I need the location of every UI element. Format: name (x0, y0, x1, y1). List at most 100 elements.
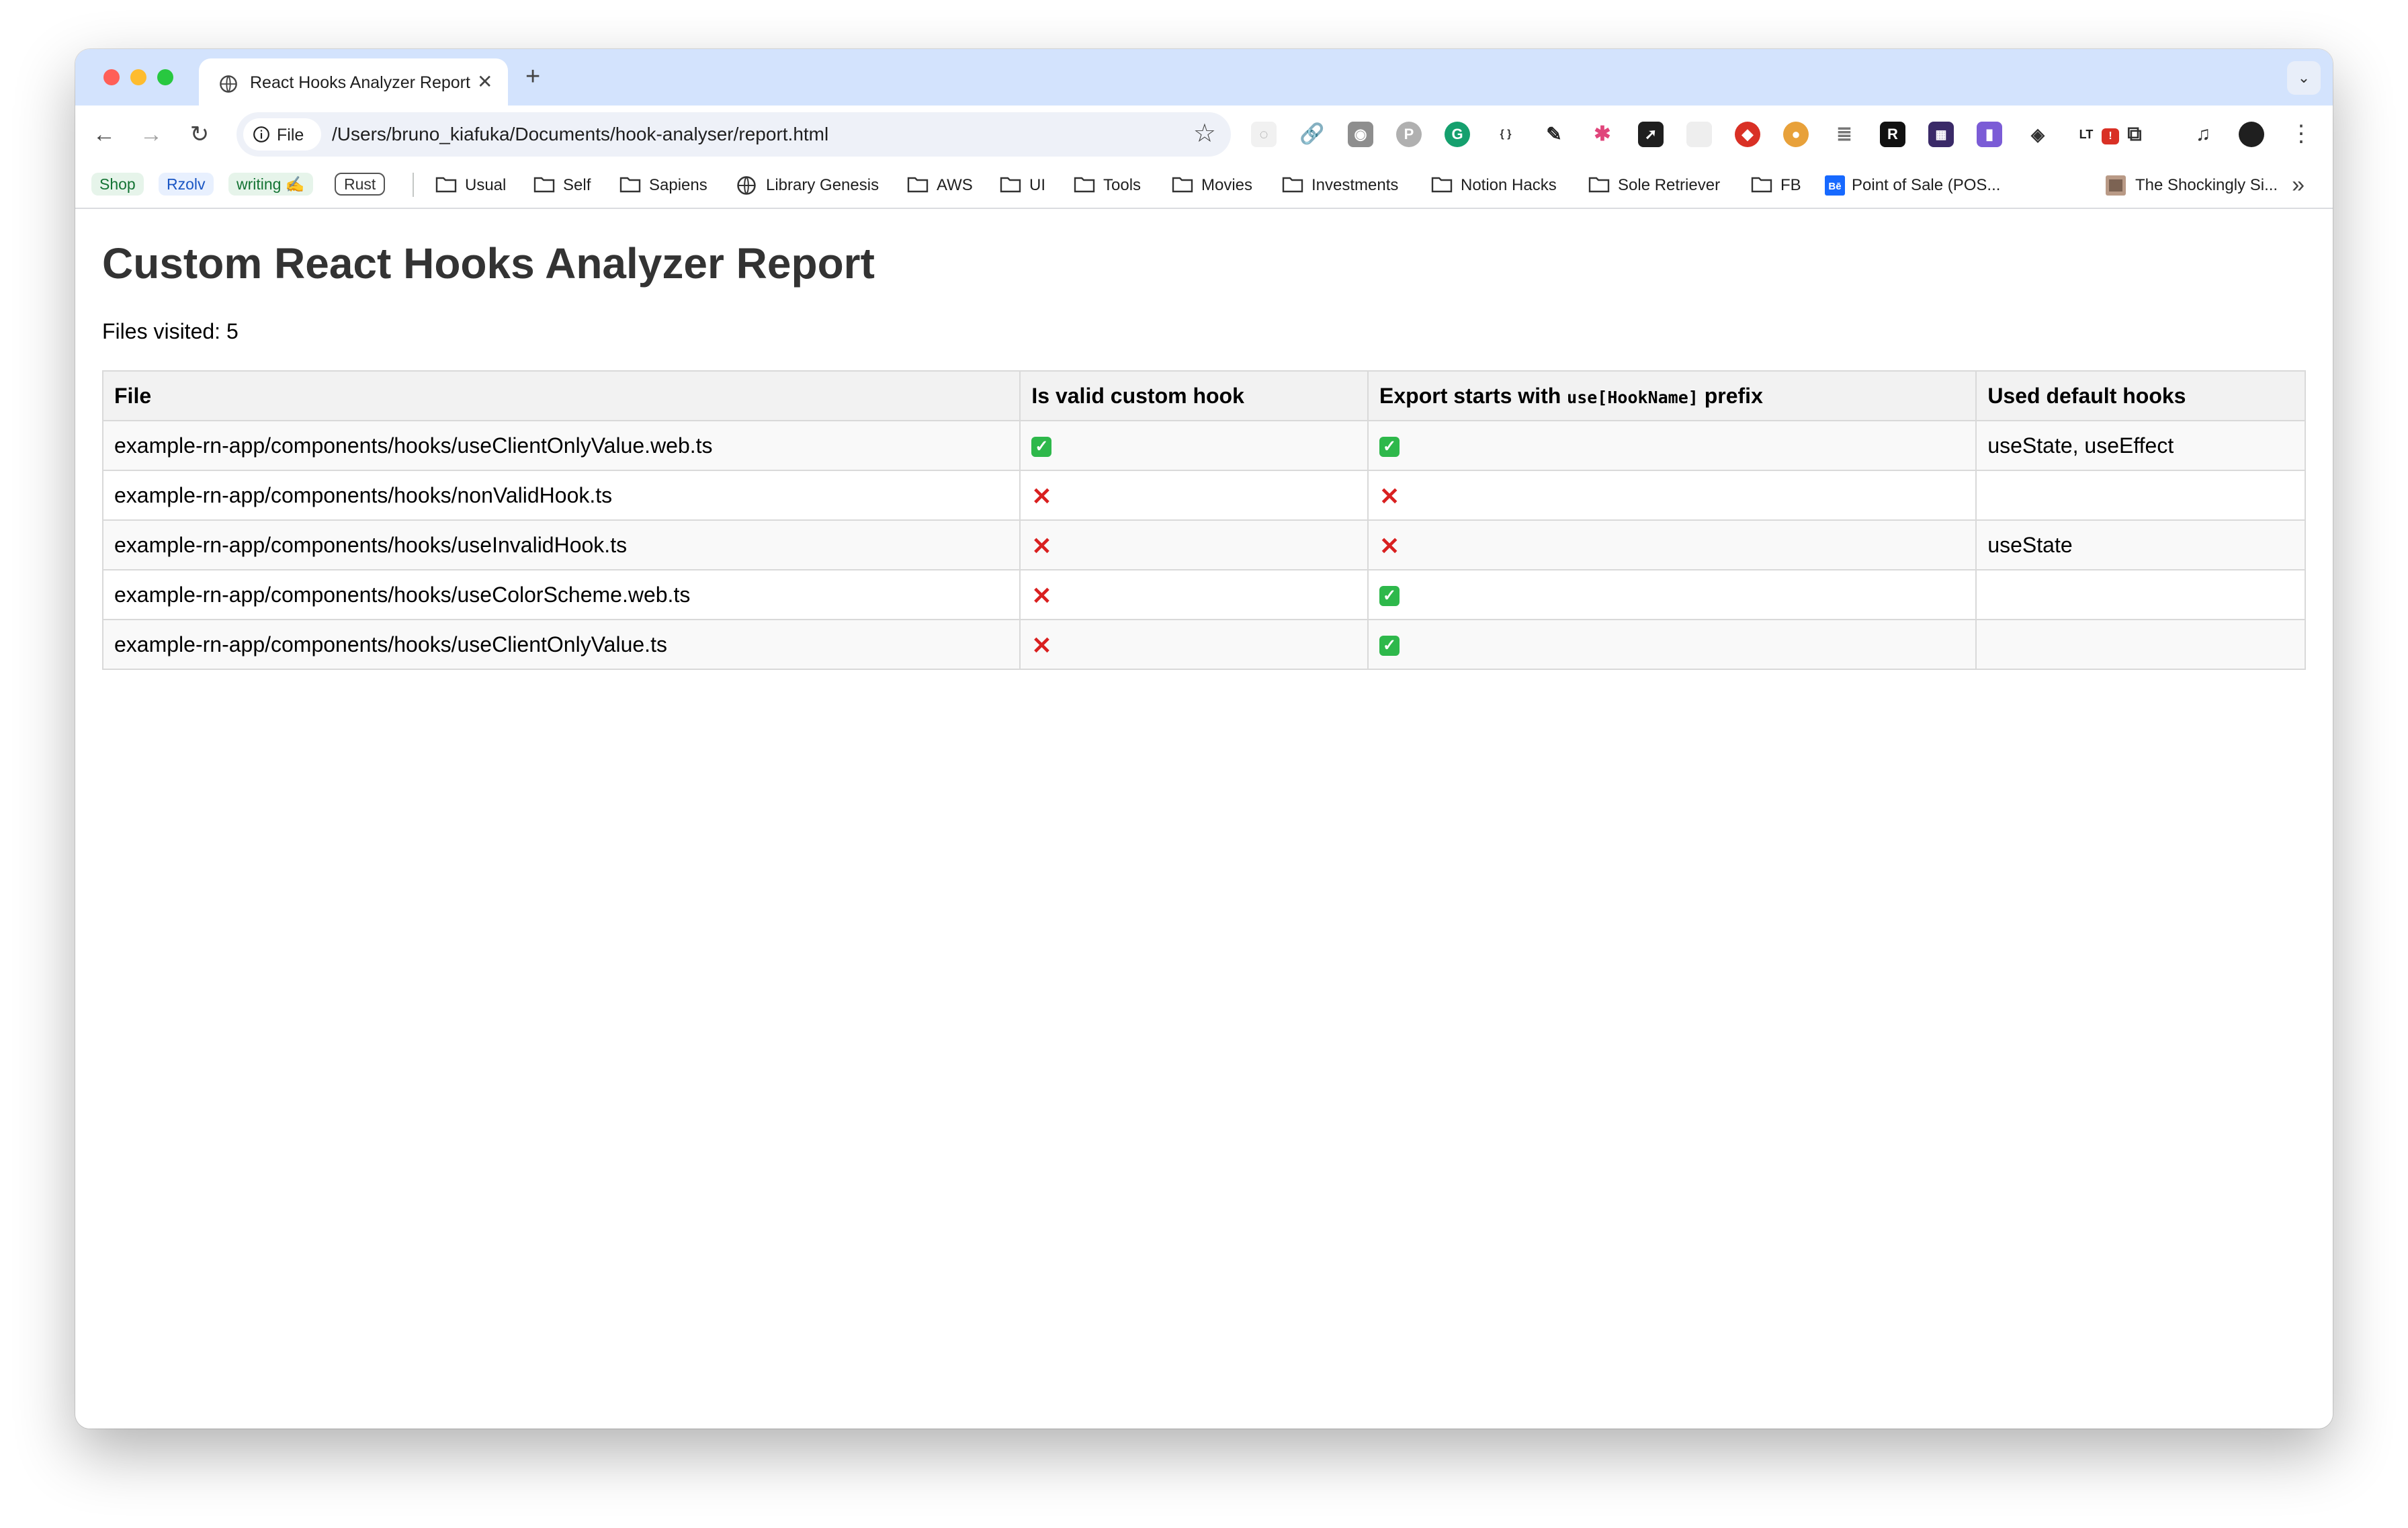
folder-icon (907, 177, 929, 193)
globe-icon (220, 75, 237, 93)
cross-icon: ✕ (1031, 482, 1052, 511)
hooks-cell (1975, 569, 2306, 620)
bookmark-star-icon[interactable]: ☆ (1193, 119, 1216, 148)
check-icon: ✓ (1379, 437, 1400, 458)
file-cell: example-rn-app/components/hooks/useClien… (101, 420, 1021, 471)
bookmark-tag-rzolv[interactable]: Rzolv (159, 173, 214, 196)
forward-button[interactable]: → (134, 118, 168, 151)
file-cell: example-rn-app/components/hooks/useColor… (101, 569, 1021, 620)
database-extension-icon[interactable]: ≣ (1832, 122, 1857, 147)
folder-icon (1588, 177, 1610, 193)
link-extension-icon[interactable]: 🔗 (1299, 122, 1325, 147)
file-cell: example-rn-app/components/hooks/useInval… (101, 519, 1021, 570)
browser-window: React Hooks Analyzer Report ✕ + ⌄ ← → ↻ … (75, 49, 2333, 1429)
hooks-cell (1975, 470, 2306, 521)
folder-icon (1074, 177, 1095, 193)
table-row: example-rn-app/components/hooks/useInval… (101, 519, 2306, 570)
menu-kebab-icon[interactable]: ⋮ (2290, 119, 2313, 148)
figma-extension-icon[interactable]: ▮ (1977, 122, 2002, 147)
blank-extension-icon[interactable] (1686, 122, 1712, 147)
info-icon (253, 126, 269, 142)
valid-cell: ✓ (1019, 420, 1369, 471)
lt-extension-icon[interactable]: LT (2073, 122, 2099, 147)
asterisk-extension-icon[interactable]: ✱ (1590, 122, 1615, 147)
cross-icon: ✕ (1379, 532, 1400, 560)
tab-search-button[interactable]: ⌄ (2287, 61, 2321, 95)
back-button[interactable]: ← (87, 118, 121, 151)
valid-cell: ✕ (1019, 569, 1369, 620)
export-cell: ✓ (1367, 420, 1977, 471)
site-info-chip[interactable]: File (243, 118, 321, 151)
toolbar: ← → ↻ File /Users/bruno_kiafuka/Document… (75, 105, 2333, 163)
table-header-row: File Is valid custom hook Export starts … (101, 370, 2306, 421)
check-icon: ✓ (1031, 437, 1052, 458)
page-content: Custom React Hooks Analyzer Report Files… (75, 209, 2333, 1429)
valid-cell: ✕ (1019, 470, 1369, 521)
files-visited-count: Files visited: 5 (102, 319, 239, 343)
url-text[interactable]: /Users/bruno_kiafuka/Documents/hook-anal… (332, 124, 828, 145)
chevron-more-icon[interactable]: » (2292, 171, 2305, 198)
folder-icon (1000, 177, 1021, 193)
reload-button[interactable]: ↻ (183, 118, 216, 151)
table-row: example-rn-app/components/hooks/useClien… (101, 619, 2306, 670)
bookmark-tag-rust[interactable]: Rust (335, 173, 386, 196)
tab-title: React Hooks Analyzer Report (250, 73, 470, 92)
chip-label: File (277, 126, 304, 144)
send-extension-icon[interactable]: ➚ (1638, 122, 1664, 147)
hooks-cell: useState, useEffect (1975, 420, 2306, 471)
folder-icon (1431, 177, 1453, 193)
grammarly-extension-icon[interactable]: G (1445, 122, 1470, 147)
puzzle-extension-icon[interactable]: ⧉ (2122, 122, 2147, 147)
column-header-export-prefix: Export starts with use[HookName] prefix (1367, 370, 1977, 421)
p-extension-icon[interactable]: P (1396, 122, 1422, 147)
minimize-window-button[interactable] (130, 69, 146, 85)
file-cell: example-rn-app/components/hooks/nonValid… (101, 470, 1021, 521)
json-extension-icon[interactable]: { } (1493, 122, 1518, 147)
folder-icon (533, 177, 555, 193)
grid-extension-icon[interactable]: ▦ (1928, 122, 1954, 147)
r-extension-icon[interactable]: R (1880, 122, 1905, 147)
export-cell: ✕ (1367, 470, 1977, 521)
profile-avatar[interactable] (2239, 122, 2264, 147)
valid-cell: ✕ (1019, 619, 1369, 670)
folder-icon (619, 177, 641, 193)
media-control-icon[interactable]: ♫ (2190, 122, 2216, 147)
close-window-button[interactable] (103, 69, 120, 85)
new-tab-button[interactable]: + (525, 64, 540, 89)
table-row: example-rn-app/components/hooks/useColor… (101, 569, 2306, 620)
camera-extension-icon[interactable]: ◉ (1348, 122, 1373, 147)
tag-extension-icon[interactable]: ◈ (2025, 122, 2051, 147)
table-row: example-rn-app/components/hooks/nonValid… (101, 470, 2306, 521)
column-header-hooks: Used default hooks (1975, 370, 2306, 421)
hooks-cell: useState (1975, 519, 2306, 570)
eyedropper-extension-icon[interactable]: ✎ (1541, 122, 1567, 147)
tab-active[interactable]: React Hooks Analyzer Report ✕ (199, 58, 508, 105)
export-cell: ✓ (1367, 619, 1977, 670)
extension-badge: ! (2102, 128, 2119, 144)
shield-extension-icon[interactable]: ◆ (1735, 122, 1760, 147)
bookmarks-bar: Shop Rzolv writing ✍️ Rust Usual Self Sa… (75, 163, 2333, 209)
thumbnail-icon (2106, 175, 2126, 196)
folder-icon (435, 177, 457, 193)
address-bar[interactable]: File /Users/bruno_kiafuka/Documents/hook… (236, 112, 1231, 157)
column-header-valid: Is valid custom hook (1019, 370, 1369, 421)
check-icon: ✓ (1379, 636, 1400, 656)
table-row: example-rn-app/components/hooks/useClien… (101, 420, 2306, 471)
folder-icon (1751, 177, 1772, 193)
cookie-extension-icon[interactable]: ● (1783, 122, 1809, 147)
svg-text:Bē: Bē (1828, 181, 1841, 192)
extension-icon[interactable]: ◌ (1251, 122, 1277, 147)
folder-icon (1282, 177, 1303, 193)
tab-strip: React Hooks Analyzer Report ✕ + ⌄ (75, 49, 2333, 105)
maximize-window-button[interactable] (157, 69, 173, 85)
cross-icon: ✕ (1031, 582, 1052, 610)
cross-icon: ✕ (1031, 632, 1052, 660)
report-table: File Is valid custom hook Export starts … (101, 370, 2306, 670)
bookmark-tag-shop[interactable]: Shop (91, 173, 144, 196)
hooks-cell (1975, 619, 2306, 670)
cross-icon: ✕ (1031, 532, 1052, 560)
column-header-file: File (101, 370, 1021, 421)
close-tab-icon[interactable]: ✕ (477, 72, 492, 92)
file-cell: example-rn-app/components/hooks/useClien… (101, 619, 1021, 670)
bookmark-tag-writing[interactable]: writing ✍️ (228, 173, 313, 196)
